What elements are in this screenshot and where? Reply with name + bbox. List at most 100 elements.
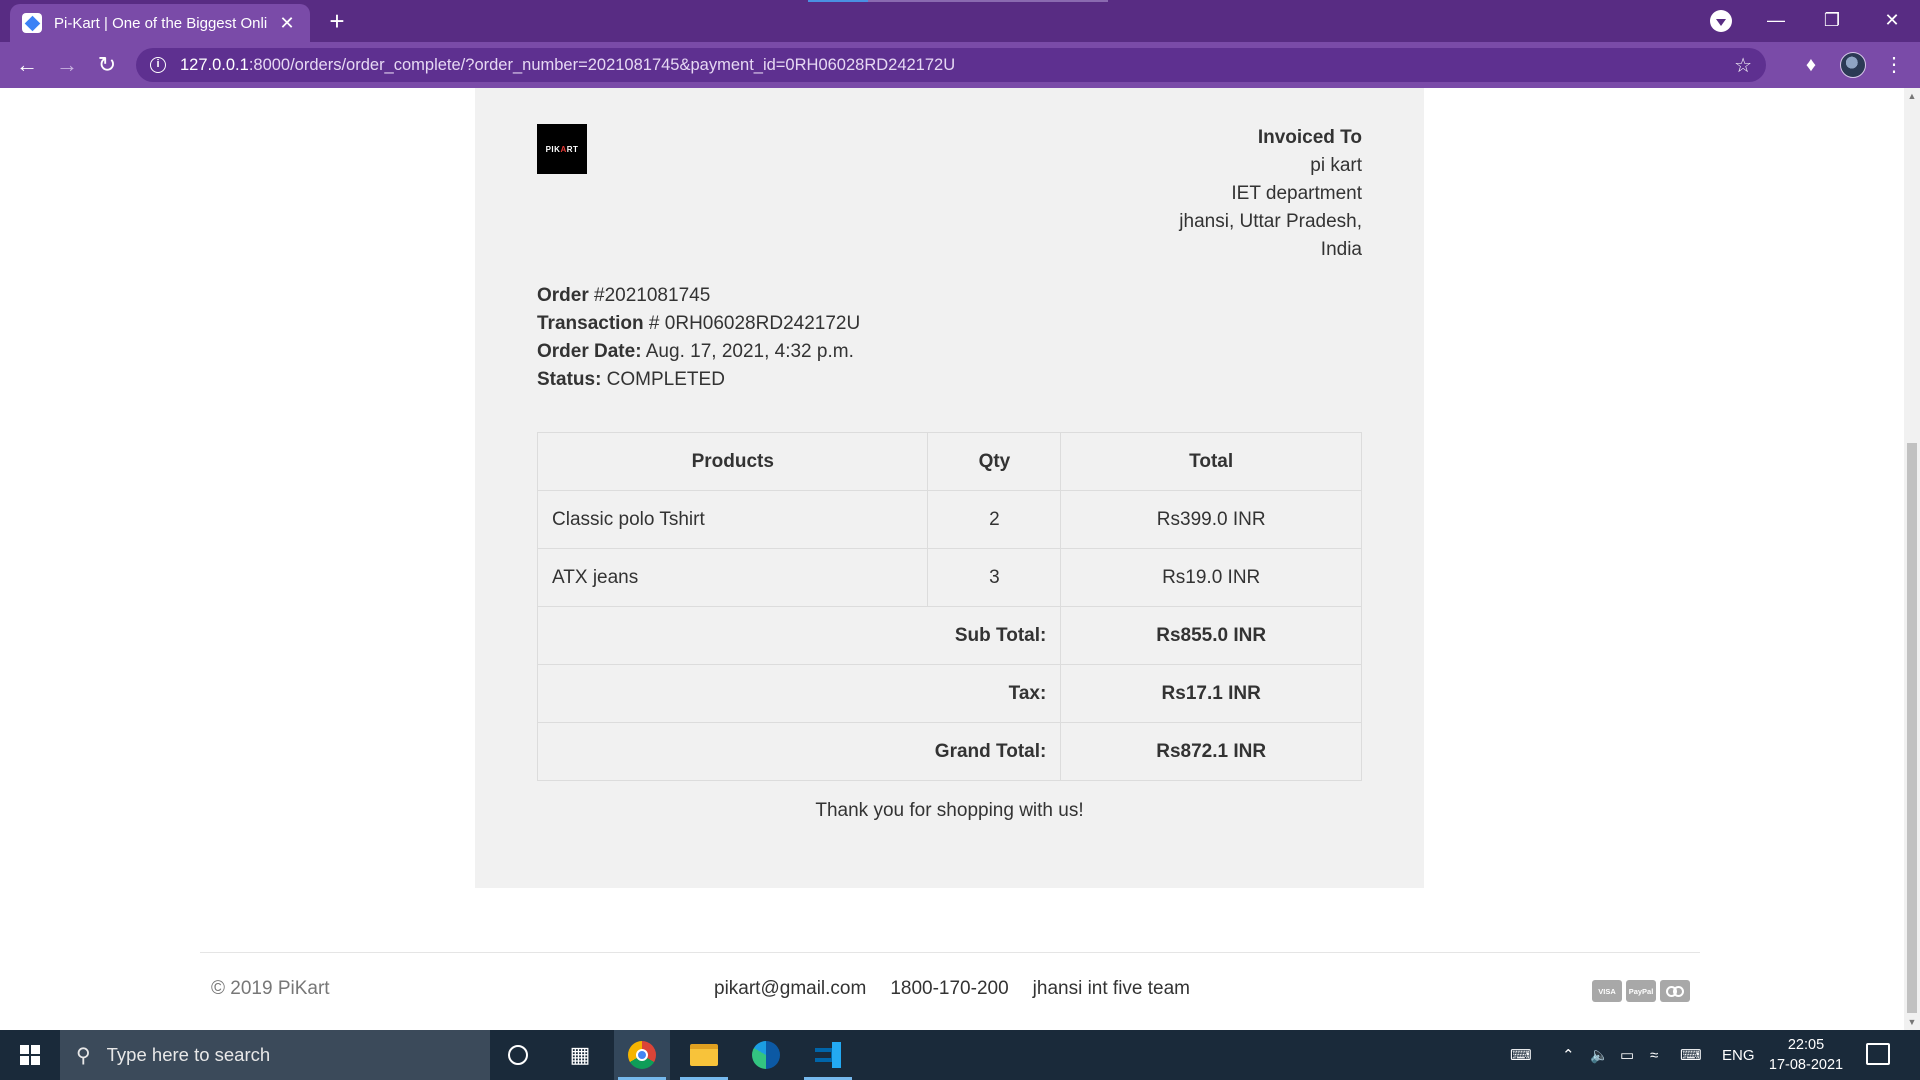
tax-value: Rs17.1 INR [1060, 664, 1362, 723]
minimize-icon[interactable]: — [1748, 0, 1804, 40]
info-icon[interactable]: i [150, 57, 166, 73]
task-view-icon: ▦ [569, 1042, 591, 1067]
footer-email: pikart@gmail.com [714, 978, 867, 999]
footer-team: jhansi int five team [1032, 978, 1191, 999]
table-row: Classic polo Tshirt 2 Rs399.0 INR [536, 490, 1362, 549]
footer-contacts: pikart@gmail.com 1800-170-200 jhansi int… [714, 978, 1190, 1000]
menu-icon[interactable]: ⋮ [1880, 51, 1908, 79]
taskbar: ⚲ Type here to search ▦ ⌨ ⌃ 🔈 ▭ ≈ ⌨ ENG … [0, 1030, 1920, 1080]
battery-icon[interactable]: ▭ [1620, 1030, 1634, 1080]
product-qty: 2 [927, 490, 1062, 549]
cortana-button[interactable] [490, 1030, 546, 1080]
visa-icon: VISA [1592, 980, 1622, 1002]
product-name: ATX jeans [536, 548, 929, 607]
product-total: Rs19.0 INR [1060, 548, 1362, 607]
tab-title: Pi-Kart | One of the Biggest Onlin [54, 14, 268, 32]
keyboard-layout-icon[interactable]: ⌨ [1510, 1030, 1532, 1080]
browser-tab[interactable]: Pi-Kart | One of the Biggest Onlin ✕ [10, 4, 310, 42]
thank-you-message: Thank you for shopping with us! [815, 800, 1084, 821]
chrome-icon [628, 1041, 656, 1069]
taskbar-vscode[interactable] [800, 1030, 856, 1080]
site-favicon-icon [22, 13, 42, 33]
footer-phone: 1800-170-200 [890, 978, 1009, 999]
edge-icon [752, 1041, 780, 1069]
sub-total-value: Rs855.0 INR [1060, 606, 1362, 665]
tab-indicator [808, 0, 868, 2]
star-icon[interactable]: ☆ [1734, 53, 1752, 78]
header-products: Products [536, 432, 929, 491]
order-status: Status: COMPLETED [537, 369, 725, 390]
back-icon[interactable]: ← [12, 50, 42, 80]
tab-search-icon[interactable] [1710, 10, 1732, 32]
url-text[interactable]: 127.0.0.1:8000/orders/order_complete/?or… [180, 56, 1734, 75]
page-scrollbar[interactable]: ▲ ▼ [1904, 88, 1920, 1030]
tax-label: Tax: [536, 664, 1062, 723]
page-content: PIK A RT Invoiced To pi kart IET departmen… [0, 88, 1904, 1030]
start-button[interactable] [0, 1030, 60, 1080]
restore-icon[interactable]: ❐ [1804, 0, 1860, 40]
header-total: Total [1060, 432, 1362, 491]
invoice-card: PIK A RT Invoiced To pi kart IET departmen… [475, 88, 1424, 888]
order-date: Order Date: Aug. 17, 2021, 4:32 p.m. [537, 341, 854, 362]
search-icon: ⚲ [76, 1044, 91, 1067]
folder-icon [690, 1044, 718, 1066]
profile-avatar[interactable] [1840, 52, 1866, 78]
wifi-icon[interactable]: ≈ [1650, 1030, 1658, 1080]
notifications-icon[interactable] [1866, 1043, 1890, 1065]
address-bar[interactable]: i 127.0.0.1:8000/orders/order_complete/?… [136, 48, 1766, 82]
pikart-logo[interactable]: PIK A RT [537, 124, 587, 174]
taskbar-edge[interactable] [738, 1030, 794, 1080]
taskbar-search[interactable]: ⚲ Type here to search [60, 1030, 490, 1080]
grand-total-row: Grand Total: Rs872.1 INR [536, 722, 1362, 781]
table-header-row: Products Qty Total [536, 432, 1362, 491]
payment-cards: VISA PayPal [1592, 980, 1690, 1002]
address-line: IET department [1231, 183, 1362, 204]
new-tab-button[interactable]: + [322, 6, 352, 36]
taskbar-chrome[interactable] [614, 1030, 670, 1080]
task-view-button[interactable]: ▦ [552, 1030, 608, 1080]
taskbar-clock[interactable]: 22:05 17-08-2021 [1760, 1035, 1852, 1075]
scroll-up-icon[interactable]: ▲ [1904, 88, 1920, 104]
volume-icon[interactable]: 🔈 [1590, 1030, 1609, 1080]
order-info: Order #2021081745 Transaction # 0RH06028… [537, 282, 860, 394]
order-number: Order #2021081745 [537, 285, 711, 306]
invoiced-to-block: Invoiced To pi kart IET department jhans… [1179, 124, 1362, 264]
vscode-icon [815, 1042, 841, 1068]
search-placeholder: Type here to search [106, 1044, 271, 1065]
show-hidden-icons[interactable]: ⌃ [1562, 1030, 1575, 1080]
touch-keyboard-icon[interactable]: ⌨ [1680, 1030, 1702, 1080]
scroll-down-icon[interactable]: ▼ [1904, 1014, 1920, 1030]
sub-total-label: Sub Total: [536, 606, 1062, 665]
forward-icon[interactable]: → [52, 50, 82, 80]
footer-divider [200, 952, 1700, 953]
grand-total-value: Rs872.1 INR [1060, 722, 1362, 781]
taskbar-file-explorer[interactable] [676, 1030, 732, 1080]
extensions-icon[interactable]: ♦ [1797, 51, 1825, 79]
product-qty: 3 [927, 548, 1062, 607]
address-line: pi kart [1310, 155, 1362, 176]
reload-icon[interactable]: ↻ [92, 50, 122, 80]
copyright-text: © 2019 PiKart [211, 978, 330, 999]
transaction-id: Transaction # 0RH06028RD242172U [537, 313, 861, 334]
order-items-table: Products Qty Total Classic polo Tshirt 2… [536, 432, 1362, 781]
invoiced-to-label: Invoiced To [1257, 127, 1362, 148]
tab-close-icon[interactable]: ✕ [276, 13, 298, 34]
paypal-icon: PayPal [1626, 980, 1656, 1002]
address-line: India [1320, 239, 1362, 260]
product-total: Rs399.0 INR [1060, 490, 1362, 549]
tax-row: Tax: Rs17.1 INR [536, 664, 1362, 723]
tab-strip: Pi-Kart | One of the Biggest Onlin ✕ + —… [0, 0, 1920, 42]
address-line: jhansi, Uttar Pradesh, [1179, 211, 1362, 232]
sub-total-row: Sub Total: Rs855.0 INR [536, 606, 1362, 665]
header-qty: Qty [927, 432, 1062, 491]
language-indicator[interactable]: ENG [1722, 1030, 1755, 1080]
mastercard-icon [1660, 980, 1690, 1002]
browser-toolbar: ← → ↻ i 127.0.0.1:8000/orders/order_comp… [0, 42, 1920, 88]
scrollbar-thumb[interactable] [1907, 443, 1917, 1013]
windows-logo-icon [20, 1045, 40, 1065]
clock-time: 22:05 [1787, 1037, 1825, 1053]
close-window-icon[interactable]: ✕ [1864, 0, 1920, 40]
product-name: Classic polo Tshirt [536, 490, 929, 549]
clock-date: 17-08-2021 [1768, 1057, 1844, 1073]
cortana-icon [508, 1045, 528, 1065]
